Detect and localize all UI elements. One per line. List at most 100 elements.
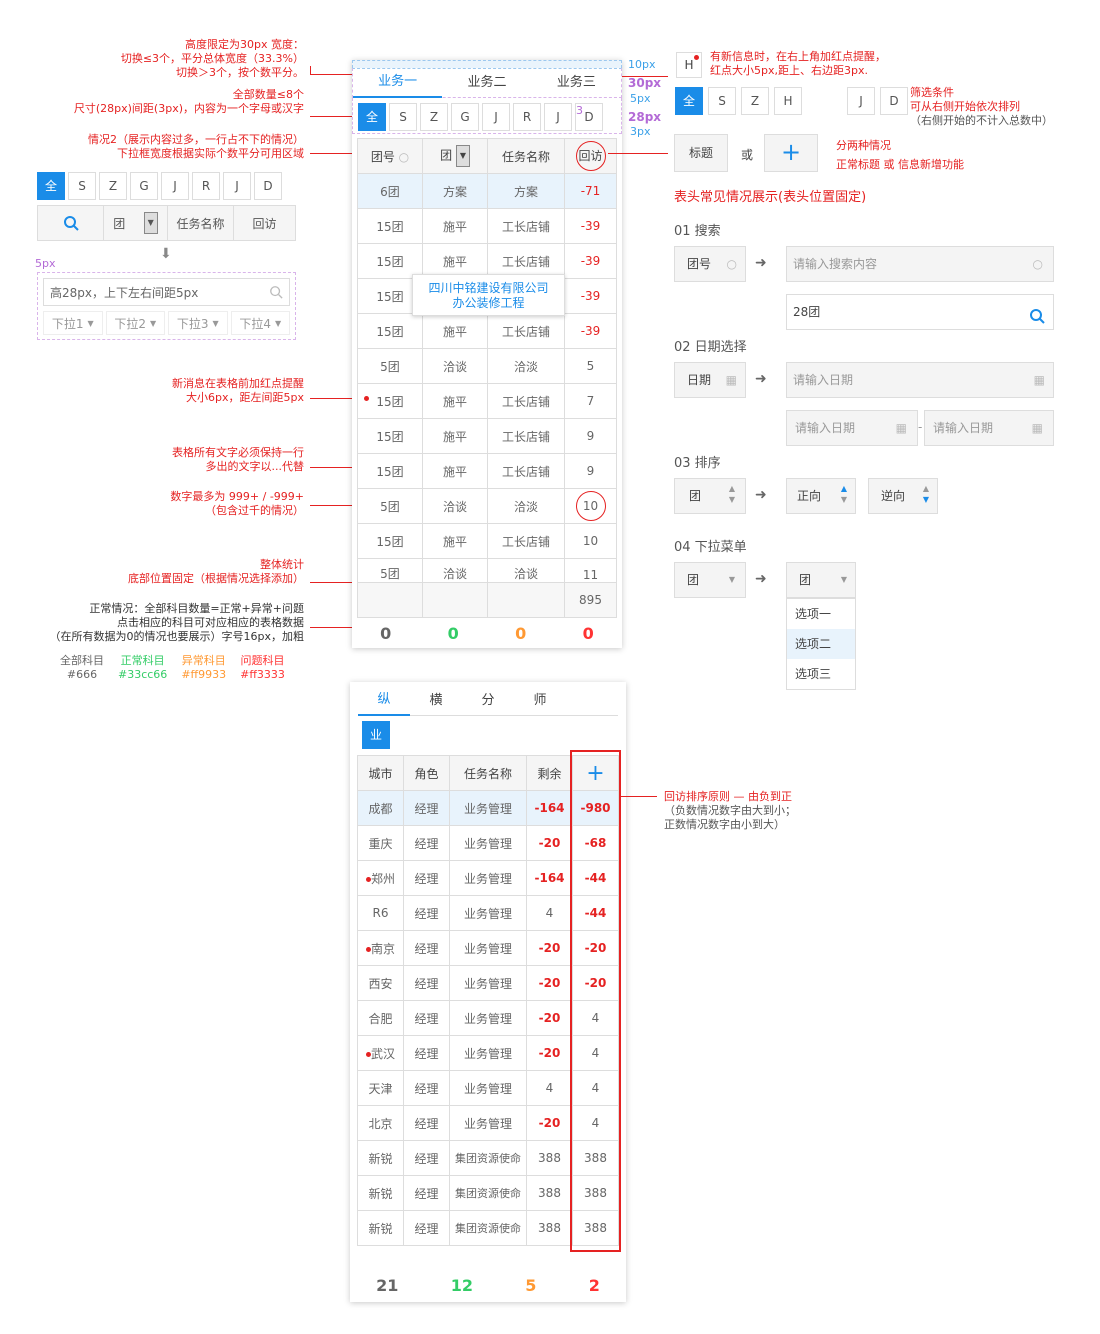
tab-3[interactable]: 分	[462, 687, 514, 715]
total-cell	[422, 582, 488, 618]
tab-2[interactable]: 业务二	[442, 69, 531, 97]
table-cell: 7	[564, 383, 617, 419]
letter[interactable]: J	[482, 103, 510, 131]
tab-3[interactable]: 业务三	[532, 69, 621, 97]
tab-1[interactable]: 纵	[358, 686, 410, 716]
table-row[interactable]: 15团施平工长店铺-39	[357, 313, 617, 349]
letter[interactable]: R	[192, 172, 220, 200]
dim-label: 3px	[630, 125, 651, 138]
table-row[interactable]: 5团 洽谈 洽谈 11	[357, 558, 617, 583]
dropdown-4[interactable]: 下拉4 ▼	[230, 311, 290, 335]
table-cell: 经理	[403, 1210, 450, 1246]
dropdown-open[interactable]: 团 ▼	[786, 562, 856, 598]
table-cell: 西安	[357, 965, 404, 1001]
title-box[interactable]: 标题	[674, 134, 728, 172]
table-row[interactable]: 6团 方案 方案 -71	[357, 173, 617, 209]
table-cell: 施平	[422, 383, 488, 419]
letter[interactable]: J	[161, 172, 189, 200]
sum-abnormal[interactable]: 0	[515, 624, 526, 643]
sort-field[interactable]: 团 ▲ ▼	[674, 478, 746, 514]
letter[interactable]: S	[389, 103, 417, 131]
letter[interactable]: J	[544, 103, 572, 131]
col-role[interactable]: 角色	[403, 755, 450, 791]
sum-all[interactable]: 21	[376, 1276, 398, 1295]
table-row[interactable]: 15团 施平 工长店铺 9	[357, 418, 617, 454]
letter-all[interactable]: 全	[675, 87, 703, 115]
tab-4[interactable]: 师	[514, 687, 566, 715]
sum-normal[interactable]: 0	[448, 624, 459, 643]
letter-d[interactable]: D	[880, 87, 908, 115]
tab-2[interactable]: 横	[410, 687, 462, 715]
col-visit[interactable]: 回访	[234, 206, 295, 240]
letter[interactable]: D	[254, 172, 282, 200]
date-input[interactable]: 请输入日期 ▦	[786, 362, 1054, 398]
search-input-filled[interactable]: 28团	[786, 294, 1054, 330]
table-cell: 388	[526, 1210, 573, 1246]
tab-1[interactable]: 业务一	[353, 68, 443, 98]
note-tabs: 高度限定为30px 宽度： 切换≤3个，平分总体宽度（33.3%） 切换＞3个，按个…	[120, 38, 304, 79]
table-row[interactable]: 5团 洽谈 洽淡 10	[357, 488, 617, 524]
table-cell: 业务管理	[449, 1035, 527, 1071]
table-cell: 经理	[403, 790, 450, 826]
col-city[interactable]: 城市	[357, 755, 404, 791]
option-3[interactable]: 选项三	[787, 659, 855, 689]
sort-desc[interactable]: 逆向 ▲ ▼	[868, 478, 938, 514]
table-cell: -20	[526, 1105, 573, 1141]
date-start-input[interactable]: 请输入日期 ▦	[786, 410, 918, 446]
letter[interactable]: R	[513, 103, 541, 131]
sum-abnormal[interactable]: 5	[525, 1276, 536, 1295]
sum-all[interactable]: 0	[380, 624, 391, 643]
search-field-label[interactable]: 团号 ○	[674, 246, 746, 282]
dropdown-3[interactable]: 下拉3 ▼	[168, 311, 228, 335]
option-2[interactable]: 选项二	[787, 629, 855, 659]
sort-asc[interactable]: 正向 ▲ ▼	[786, 478, 856, 514]
letter[interactable]: Z	[420, 103, 448, 131]
letter[interactable]: H	[774, 87, 802, 115]
table-cell: 施平	[422, 453, 488, 489]
dropdown-tuan[interactable]: 团 ▼	[104, 206, 168, 240]
add-button[interactable]: +	[764, 134, 818, 172]
option-1[interactable]: 选项一	[787, 599, 855, 629]
table-cell: 经理	[403, 1035, 450, 1071]
table-row[interactable]: 15团 施平 工长店铺 9	[357, 453, 617, 489]
table-row[interactable]: 15团 施平 工长店铺 7	[357, 383, 617, 419]
letter[interactable]: S	[708, 87, 736, 115]
date-label[interactable]: 日期 ▦	[674, 362, 746, 398]
letter[interactable]: G	[451, 103, 479, 131]
letter-j[interactable]: J	[847, 87, 875, 115]
col-remain[interactable]: 剩余	[526, 755, 573, 791]
letter[interactable]: G	[130, 172, 158, 200]
table-row[interactable]: 15团 施平 工长店铺 10	[357, 523, 617, 559]
table-cell: 施平	[422, 418, 488, 454]
table-cell: 施平	[422, 313, 488, 349]
letter[interactable]: Z	[99, 172, 127, 200]
sum-problem[interactable]: 0	[583, 624, 594, 643]
tooltip: 四川中铭建设有限公司 办公装修工程	[412, 274, 565, 316]
search-icon[interactable]	[38, 206, 104, 240]
table-cell: R6	[357, 895, 404, 931]
dropdown-1[interactable]: 下拉1 ▼	[43, 311, 103, 335]
table-row[interactable]: 15团施平工长店铺-39	[357, 208, 617, 244]
col-tuan[interactable]: 团 ▼	[422, 138, 488, 174]
letter[interactable]: J	[223, 172, 251, 200]
note-letters: 全部数量≤8个 尺寸(28px)间距(3px)，内容为一个字母或汉字	[73, 88, 304, 115]
main-panel: 业务一 业务二 业务三 全 S Z G J R J D 团号 ○ 团 ▼ 任务名…	[352, 60, 622, 648]
search-input[interactable]: 请输入搜索内容 ○	[786, 246, 1054, 282]
letter[interactable]: S	[68, 172, 96, 200]
col-group-no[interactable]: 团号 ○	[357, 138, 423, 174]
table-row[interactable]: 5团 洽谈 洽淡 5	[357, 348, 617, 384]
letter-all[interactable]: 全	[358, 103, 386, 131]
table-cell: -20	[526, 965, 573, 1001]
date-end-input[interactable]: 请输入日期 ▦	[924, 410, 1054, 446]
letter-all[interactable]: 全	[37, 172, 65, 200]
sum-normal[interactable]: 12	[451, 1276, 473, 1295]
table-cell: 集团资源使命	[449, 1210, 527, 1246]
search-input[interactable]: 高28px，上下左右间距5px	[43, 278, 290, 306]
table-cell: 业务管理	[449, 790, 527, 826]
dropdown-2[interactable]: 下拉2 ▼	[105, 311, 165, 335]
sum-problem[interactable]: 2	[589, 1276, 600, 1295]
letter-all[interactable]: 业	[362, 721, 390, 749]
dropdown-field[interactable]: 团 ▼	[674, 562, 746, 598]
col-visit[interactable]: 回访	[564, 138, 617, 174]
letter[interactable]: Z	[741, 87, 769, 115]
